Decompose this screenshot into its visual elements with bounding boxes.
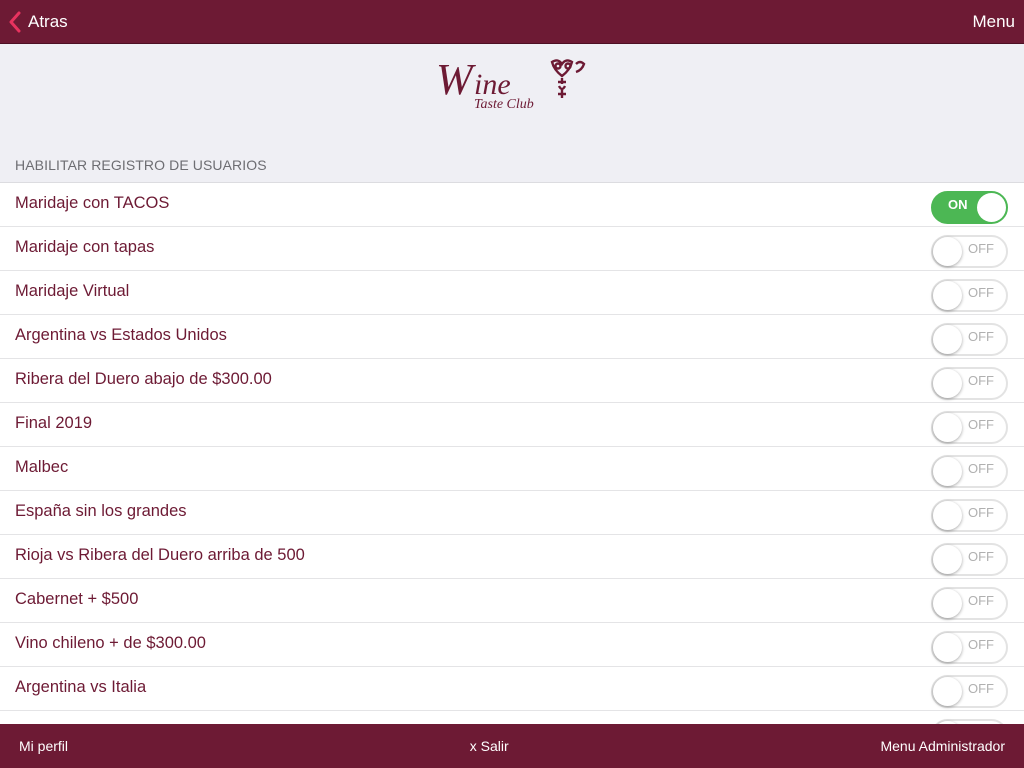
toggle-state: OFF	[968, 285, 994, 300]
toggle-knob	[933, 457, 962, 486]
item-label: Maridaje Virtual	[15, 282, 130, 300]
list-item: Rioja vs Ribera del Duero arriba de 500 …	[0, 535, 1024, 579]
item-label: Maridaje con TACOS	[15, 194, 170, 212]
toggle-state: OFF	[968, 373, 994, 388]
registration-toggle[interactable]: OFF	[931, 499, 1008, 532]
toggle-state: OFF	[968, 593, 994, 608]
toggle-state: OFF	[968, 241, 994, 256]
list-item: Maridaje con TACOS ON	[0, 183, 1024, 227]
toggle-knob	[977, 193, 1006, 222]
registration-toggle[interactable]: OFF	[931, 631, 1008, 664]
item-label: Rioja vs Ribera del Duero arriba de 500	[15, 546, 305, 564]
toggle-knob	[933, 325, 962, 354]
registration-toggle[interactable]: OFF	[931, 323, 1008, 356]
toggle-state: OFF	[968, 681, 994, 696]
back-button[interactable]: Atras	[0, 0, 68, 44]
svg-text:W: W	[436, 56, 476, 104]
back-label: Atras	[28, 11, 68, 31]
list-item: Maridaje con tapas OFF	[0, 227, 1024, 271]
list-item: Ribera del Duero abajo de $300.00 OFF	[0, 359, 1024, 403]
item-label: Argentina vs Estados Unidos	[15, 326, 227, 344]
section-title: HABILITAR REGISTRO DE USUARIOS	[15, 157, 267, 173]
toggle-knob	[933, 633, 962, 662]
menu-button[interactable]: Menu	[972, 12, 1024, 32]
top-navigation-bar: Atras Menu	[0, 0, 1024, 44]
item-label: Cabernet + $500	[15, 590, 139, 608]
registration-toggle[interactable]: OFF	[931, 367, 1008, 400]
event-list: Maridaje con TACOS ON Maridaje con tapas…	[0, 183, 1024, 724]
toggle-state: OFF	[968, 637, 994, 652]
toggle-knob	[933, 237, 962, 266]
wine-taste-club-logo: W ine Taste Club	[436, 55, 590, 112]
item-label: Final 2019	[15, 414, 93, 432]
item-label: Vino chileno + de $300.00	[15, 634, 206, 652]
admin-menu-link[interactable]: Menu Administrador	[880, 738, 1024, 754]
toggle-knob	[933, 413, 962, 442]
registration-toggle[interactable]: OFF	[931, 587, 1008, 620]
toggle-knob	[933, 545, 962, 574]
list-item: Argentina vs Italia OFF	[0, 667, 1024, 711]
header-area: W ine Taste Club HABILITAR REGISTRO DE U…	[0, 44, 1024, 183]
list-item: Maridaje Virtual OFF	[0, 271, 1024, 315]
chevron-left-icon	[8, 11, 22, 33]
toggle-state: OFF	[968, 329, 994, 344]
registration-toggle[interactable]: ON	[931, 191, 1008, 224]
toggle-state: OFF	[968, 505, 994, 520]
toggle-knob	[933, 369, 962, 398]
toggle-knob	[933, 501, 962, 530]
registration-toggle[interactable]: OFF	[931, 675, 1008, 708]
list-item: Cabernet + $500 OFF	[0, 579, 1024, 623]
list-item: España sin los grandes OFF	[0, 491, 1024, 535]
toggle-state: OFF	[968, 461, 994, 476]
registration-toggle[interactable]: OFF	[931, 235, 1008, 268]
list-item	[0, 711, 1024, 724]
toggle-knob	[933, 589, 962, 618]
registration-toggle[interactable]: OFF	[931, 455, 1008, 488]
item-label: Ribera del Duero abajo de $300.00	[15, 370, 272, 388]
list-item: Malbec OFF	[0, 447, 1024, 491]
list-item: Vino chileno + de $300.00 OFF	[0, 623, 1024, 667]
registration-toggle[interactable]: OFF	[931, 543, 1008, 576]
toggle-state: ON	[948, 197, 968, 212]
registration-toggle[interactable]: OFF	[931, 411, 1008, 444]
list-item: Argentina vs Estados Unidos OFF	[0, 315, 1024, 359]
item-label: Maridaje con tapas	[15, 238, 155, 256]
registration-toggle[interactable]: OFF	[931, 279, 1008, 312]
profile-link[interactable]: Mi perfil	[0, 738, 68, 754]
logout-link[interactable]: x Salir	[470, 738, 509, 754]
svg-text:Taste Club: Taste Club	[474, 97, 534, 112]
toggle-state: OFF	[968, 549, 994, 564]
toggle-knob	[933, 281, 962, 310]
bottom-toolbar: Mi perfil x Salir Menu Administrador	[0, 724, 1024, 768]
toggle-state: OFF	[968, 417, 994, 432]
item-label: España sin los grandes	[15, 502, 187, 520]
item-label: Malbec	[15, 458, 69, 476]
list-item: Final 2019 OFF	[0, 403, 1024, 447]
toggle-knob	[933, 677, 962, 706]
item-label: Argentina vs Italia	[15, 678, 147, 696]
